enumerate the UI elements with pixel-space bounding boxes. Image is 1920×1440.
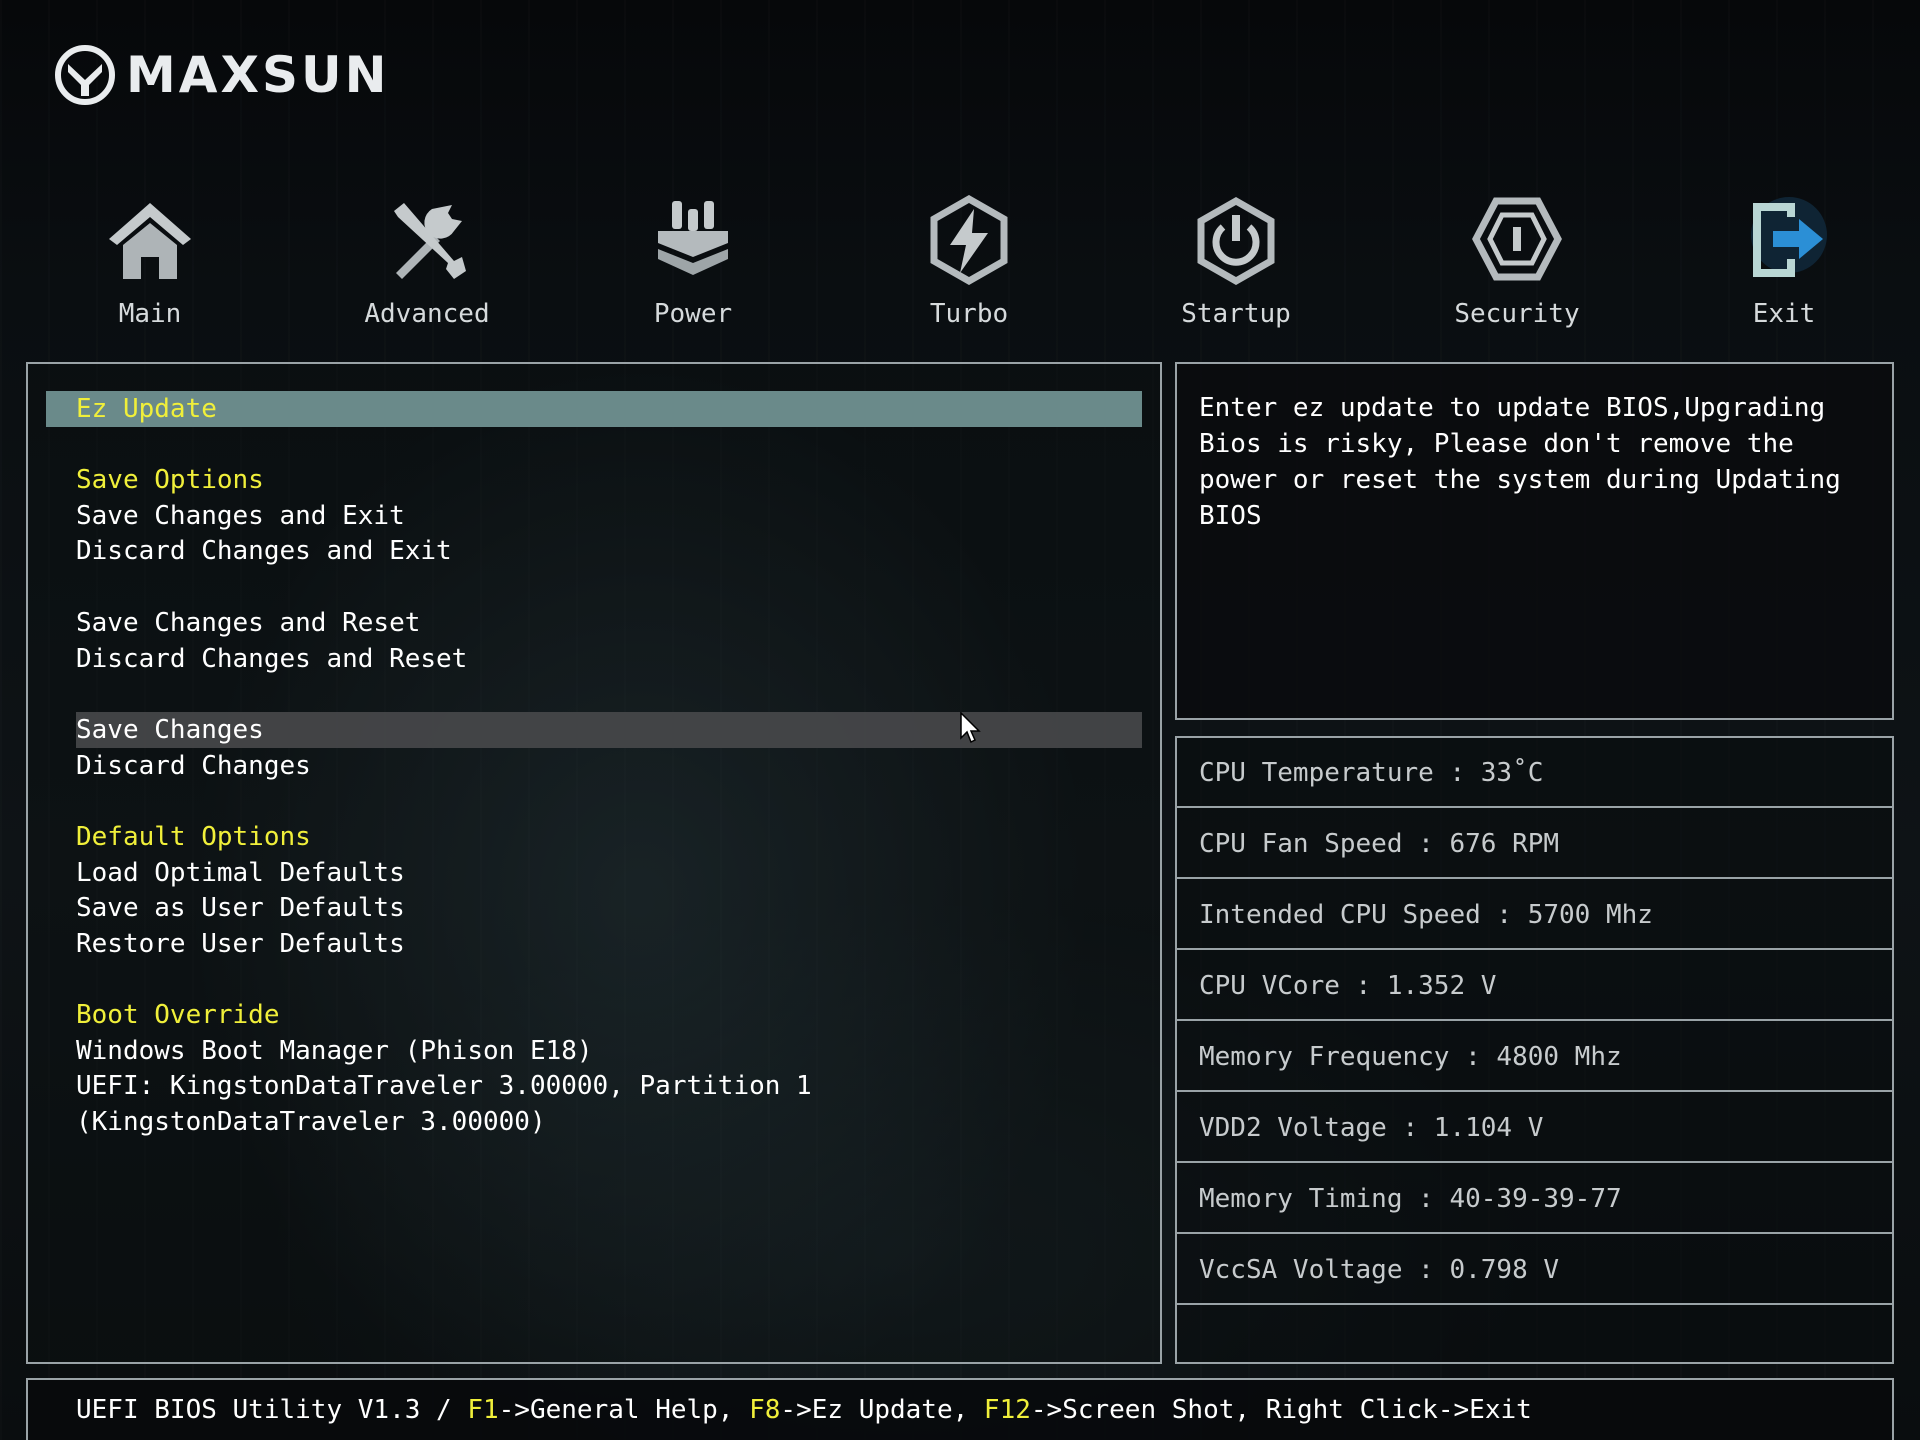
tab-main-label: Main <box>118 299 182 329</box>
maxsun-logo-icon <box>55 45 115 105</box>
menu-item-restore-user-defaults[interactable]: Restore User Defaults <box>76 927 405 961</box>
menu-item-save-changes[interactable]: Save Changes <box>76 713 264 747</box>
power-plug-icon <box>658 201 728 275</box>
tab-power-label: Power <box>653 299 733 329</box>
status-memory-frequency: Memory Frequency : 4800 Mhz <box>1177 1022 1892 1092</box>
hardware-status-panel: CPU Temperature : 33˚C CPU Fan Speed : 6… <box>1175 736 1894 1364</box>
menu-item-discard-changes-reset[interactable]: Discard Changes and Reset <box>76 642 467 676</box>
tab-exit[interactable]: Exit <box>1684 195 1884 329</box>
status-cpu-vcore: CPU VCore : 1.352 V <box>1177 951 1892 1021</box>
tab-security[interactable]: Security <box>1417 195 1617 329</box>
brand-name: MAXSUN <box>126 46 390 104</box>
home-icon <box>109 203 191 279</box>
footer-f12-text: ->Screen Shot, Right Click->Exit <box>1030 1395 1532 1425</box>
footer-hints: UEFI BIOS Utility V1.3 / F1->General Hel… <box>76 1390 1532 1430</box>
tab-exit-label: Exit <box>1752 299 1816 329</box>
exit-door-icon <box>1751 197 1827 277</box>
mouse-cursor-icon <box>960 712 981 744</box>
footer-f12-key: F12 <box>983 1395 1031 1425</box>
menu-item-boot-uefi-usb[interactable]: UEFI: KingstonDataTraveler 3.00000, Part… <box>76 1069 812 1103</box>
help-description: Enter ez update to update BIOS,Upgrading… <box>1199 393 1841 531</box>
exit-options-panel: Ez Update Save Options Save Changes and … <box>26 362 1162 1364</box>
section-heading-default-options: Default Options <box>76 822 311 852</box>
tab-advanced[interactable]: Advanced <box>327 195 527 329</box>
menu-item-boot-uefi-usb-cont[interactable]: (KingstonDataTraveler 3.00000) <box>76 1105 546 1139</box>
brand-logo: MAXSUN <box>54 44 389 106</box>
status-cpu-fan-speed: CPU Fan Speed : 676 RPM <box>1177 809 1892 879</box>
status-cpu-temperature: CPU Temperature : 33˚C <box>1177 738 1892 808</box>
tools-icon <box>394 203 466 279</box>
footer-f8-key: F8 <box>749 1395 781 1425</box>
footer-f1-text: ->General Help, <box>498 1395 750 1425</box>
power-button-icon <box>1197 196 1275 285</box>
menu-item-save-changes-reset[interactable]: Save Changes and Reset <box>76 606 420 640</box>
menu-item-discard-changes-exit[interactable]: Discard Changes and Exit <box>76 534 452 568</box>
status-intended-cpu-speed: Intended CPU Speed : 5700 Mhz <box>1177 880 1892 950</box>
tab-startup-label: Startup <box>1181 299 1291 329</box>
tab-power[interactable]: Power <box>593 195 793 329</box>
footer-f1-key: F1 <box>467 1395 499 1425</box>
status-vdd2-voltage: VDD2 Voltage : 1.104 V <box>1177 1093 1892 1163</box>
status-vccsa-voltage: VccSA Voltage : 0.798 V <box>1177 1235 1892 1305</box>
tab-advanced-label: Advanced <box>364 299 490 329</box>
menu-item-boot-windows[interactable]: Windows Boot Manager (Phison E18) <box>76 1034 593 1068</box>
section-heading-boot-override: Boot Override <box>76 1000 280 1030</box>
section-heading-save-options: Save Options <box>76 465 264 495</box>
status-memory-timing: Memory Timing : 40-39-39-77 <box>1177 1164 1892 1234</box>
lightning-icon <box>930 195 1008 285</box>
menu-item-discard-changes[interactable]: Discard Changes <box>76 749 311 783</box>
tab-turbo[interactable]: Turbo <box>869 195 1069 329</box>
tab-turbo-label: Turbo <box>929 299 1009 329</box>
menu-item-save-user-defaults[interactable]: Save as User Defaults <box>76 891 405 925</box>
footer-bar: UEFI BIOS Utility V1.3 / F1->General Hel… <box>26 1378 1894 1440</box>
menu-item-save-changes-exit[interactable]: Save Changes and Exit <box>76 499 405 533</box>
tab-startup[interactable]: Startup <box>1136 195 1336 329</box>
tab-main[interactable]: Main <box>50 195 250 329</box>
help-panel: Enter ez update to update BIOS,Upgrading… <box>1175 362 1894 720</box>
footer-version: UEFI BIOS Utility V1.3 / <box>76 1395 468 1425</box>
tab-security-label: Security <box>1454 299 1580 329</box>
footer-f8-text: ->Ez Update, <box>780 1395 984 1425</box>
menu-item-load-optimal-defaults[interactable]: Load Optimal Defaults <box>76 856 405 890</box>
menu-item-ez-update[interactable]: Ez Update <box>76 392 217 426</box>
shield-icon <box>1472 197 1562 281</box>
